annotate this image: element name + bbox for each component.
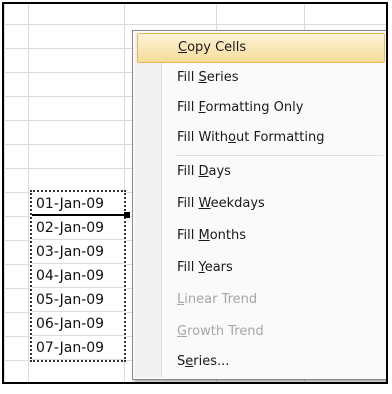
menu-item-label: Fill [177,164,199,179]
menu-item-label: Fill [177,196,199,211]
menu-item-accelerator: S [198,70,207,85]
menu-item-growth-trend: Growth Trend [137,317,385,347]
menu-item-accelerator: M [198,228,210,243]
menu-item-label: Fill [177,260,199,275]
date-cell[interactable]: 05-Jan-09 [32,288,124,312]
menu-item-fill-without-formatting[interactable]: Fill Without Formatting [137,123,385,153]
menu-item-label: ut Formatting [236,130,325,145]
menu-item-fill-weekdays[interactable]: Fill Weekdays [137,189,385,219]
selected-date-range[interactable]: 01-Jan-09 02-Jan-09 03-Jan-09 04-Jan-09 … [30,190,130,362]
date-cell[interactable]: 04-Jan-09 [32,264,124,288]
menu-item-label: rowth Trend [187,324,264,339]
menu-item-linear-trend: Linear Trend [137,285,385,315]
menu-item-accelerator: G [177,324,188,339]
menu-item-label: eekdays [210,196,265,211]
menu-item-accelerator: D [198,164,209,179]
menu-item-label: opy Cells [187,40,247,55]
menu-item-label: Fill [177,228,199,243]
fill-handle[interactable] [124,212,130,218]
menu-item-accelerator: F [198,100,206,115]
date-cell[interactable]: 01-Jan-09 [32,192,124,216]
menu-item-label: Fill [177,100,199,115]
menu-item-accelerator: W [198,196,211,211]
menu-item-series[interactable]: Series... [137,347,385,377]
menu-item-accelerator: C [178,40,188,55]
menu-item-copy-cells[interactable]: Copy Cells [137,33,385,63]
menu-item-fill-formatting-only[interactable]: Fill Formatting Only [137,93,385,123]
menu-separator [175,155,383,156]
menu-item-label: Fill With [177,130,229,145]
menu-item-label: onths [209,228,247,243]
menu-item-label: Fill [177,70,199,85]
date-cell[interactable]: 07-Jan-09 [32,336,124,360]
menu-item-fill-months[interactable]: Fill Months [137,221,385,251]
menu-item-fill-days[interactable]: Fill Days [137,157,385,187]
autofill-context-menu: Copy Cells Fill Series Fill Formatting O… [132,30,386,380]
menu-item-accelerator: o [228,130,236,145]
date-cell[interactable]: 03-Jan-09 [32,240,124,264]
spreadsheet-frame: 01-Jan-09 02-Jan-09 03-Jan-09 04-Jan-09 … [2,2,388,384]
menu-item-label: ries... [193,354,230,369]
menu-item-label: inear Trend [184,292,258,307]
column-divider [28,4,29,382]
menu-item-fill-years[interactable]: Fill Years [137,253,385,283]
menu-item-fill-series[interactable]: Fill Series [137,63,385,93]
menu-item-label: ays [208,164,231,179]
menu-item-label: ears [204,260,233,275]
date-cell[interactable]: 06-Jan-09 [32,312,124,336]
menu-item-label: eries [206,70,239,85]
date-cell[interactable]: 02-Jan-09 [32,216,124,240]
menu-item-label: ormatting Only [205,100,304,115]
